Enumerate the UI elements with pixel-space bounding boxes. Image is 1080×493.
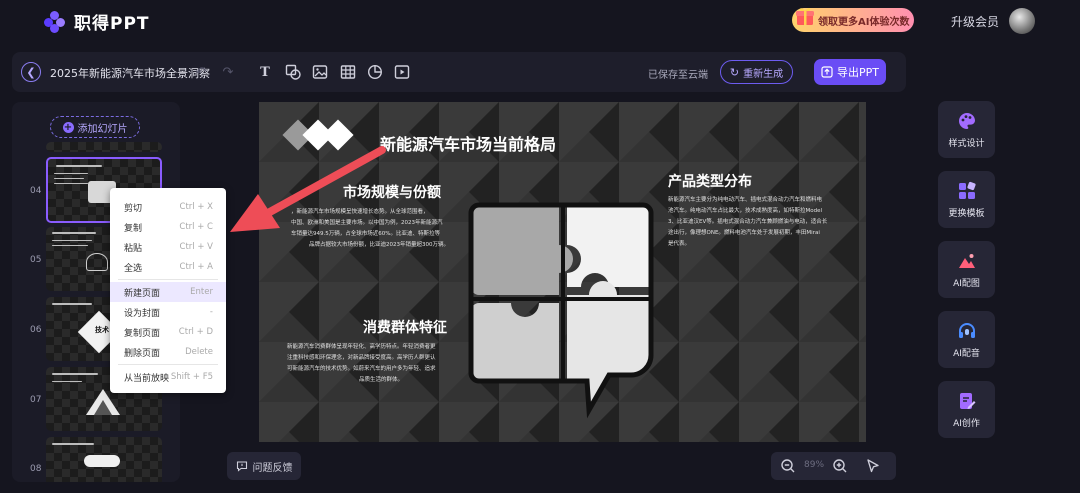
- editor-toolbar: ❮ 2025年新能源汽车市场全景洞察 ↶ ↷ T 已保存至云端 ↻ 重新生成 导…: [12, 52, 906, 92]
- menu-item-select-all[interactable]: 全选 Ctrl + A: [110, 257, 226, 277]
- slide-thumbnail[interactable]: [46, 142, 162, 152]
- redo-icon[interactable]: ↷: [219, 63, 237, 81]
- refresh-icon: ↻: [729, 65, 740, 79]
- section-heading[interactable]: 市场规模与份额: [343, 182, 441, 202]
- top-bar: 职得PPT 领取更多AI体验次数 升级会员: [0, 0, 1080, 40]
- regenerate-button[interactable]: ↻ 重新生成: [720, 60, 793, 84]
- ai-create-button[interactable]: AI创作: [938, 381, 995, 438]
- menu-divider: [118, 364, 218, 365]
- export-label: 导出PPT: [837, 66, 879, 79]
- edit-doc-icon: [959, 392, 975, 409]
- text-tool-icon[interactable]: T: [256, 63, 274, 81]
- upload-icon: [821, 66, 833, 78]
- undo-icon[interactable]: ↶: [192, 63, 210, 81]
- menu-item-paste[interactable]: 粘贴 Ctrl + V: [110, 237, 226, 257]
- chevron-left-icon: ❮: [26, 65, 36, 79]
- plus-icon: +: [62, 121, 74, 133]
- table-tool-icon[interactable]: [339, 63, 357, 81]
- zoom-in-icon[interactable]: [832, 458, 848, 474]
- menu-item-cut[interactable]: 剪切 Ctrl + X: [110, 197, 226, 217]
- regenerate-label: 重新生成: [743, 68, 784, 80]
- add-slide-button[interactable]: + 添加幻灯片: [50, 116, 140, 138]
- slide-number: 04: [30, 186, 42, 196]
- template-icon: [958, 181, 976, 199]
- slide-canvas[interactable]: 新能源汽车市场当前格局 市场规模与份额 ，新能源汽车市场规模呈快速增长态势。从全…: [259, 102, 866, 442]
- avatar[interactable]: [1009, 8, 1035, 34]
- menu-item-copy[interactable]: 复制 Ctrl + C: [110, 217, 226, 237]
- menu-item-delete-page[interactable]: 删除页面 Delete: [110, 342, 226, 362]
- slide-thumb-word: 技术: [95, 326, 109, 334]
- menu-item-play-from-current[interactable]: 从当前放映 Shift + F5: [110, 367, 226, 387]
- app-name: 职得PPT: [74, 14, 150, 34]
- ai-image-button[interactable]: AI配图: [938, 241, 995, 298]
- image-icon: [958, 253, 975, 268]
- slide-number: 06: [30, 325, 42, 335]
- chart-tool-icon[interactable]: [366, 63, 384, 81]
- slide-background: [259, 102, 866, 442]
- add-slide-label: 添加幻灯片: [77, 123, 128, 135]
- context-menu: 剪切 Ctrl + X 复制 Ctrl + C 粘贴 Ctrl + V 全选 C…: [110, 188, 226, 393]
- media-tool-icon[interactable]: [393, 63, 411, 81]
- promo-label: 领取更多AI体验次数: [818, 16, 910, 28]
- ai-voice-button[interactable]: AI配音: [938, 311, 995, 368]
- image-tool-icon[interactable]: [311, 63, 329, 81]
- zoom-level: 89%: [804, 460, 825, 470]
- app-logo[interactable]: 职得PPT: [44, 9, 150, 34]
- section-heading[interactable]: 消费群体特征: [363, 317, 447, 337]
- headphone-icon: [958, 322, 975, 338]
- logo-icon: [44, 10, 66, 33]
- slide-title[interactable]: 新能源汽车市场当前格局: [380, 131, 556, 155]
- slide-thumbnail[interactable]: [46, 437, 162, 482]
- section-heading[interactable]: 产品类型分布: [668, 171, 752, 191]
- gift-icon: [796, 8, 814, 25]
- shape-tool-icon[interactable]: [284, 63, 302, 81]
- section-body[interactable]: ，新能源汽车市场规模呈快速增长态势。从全球范围看， 中国、欧洲和美国是主要市场。…: [291, 207, 501, 251]
- slide-number: 07: [30, 395, 42, 405]
- feedback-label: 问题反馈: [252, 462, 293, 474]
- menu-item-set-cover[interactable]: 设为封面 -: [110, 302, 226, 322]
- feedback-button[interactable]: 问题反馈: [227, 452, 301, 480]
- pointer-icon[interactable]: [865, 458, 881, 474]
- feedback-icon: [236, 461, 247, 472]
- zoom-controls: 89%: [771, 452, 896, 480]
- export-ppt-button[interactable]: 导出PPT: [814, 59, 886, 85]
- style-design-button[interactable]: 样式设计: [938, 101, 995, 158]
- menu-divider: [118, 279, 218, 280]
- menu-item-duplicate-page[interactable]: 复制页面 Ctrl + D: [110, 322, 226, 342]
- slide-number: 05: [30, 255, 42, 265]
- promo-button[interactable]: 领取更多AI体验次数: [792, 8, 914, 32]
- save-status: 已保存至云端: [648, 70, 708, 81]
- palette-icon: [958, 112, 975, 129]
- section-body[interactable]: 新能源汽车消费群体呈现年轻化、高学历特点。年轻消费者更 注重科技感和环保理念，对…: [287, 342, 505, 386]
- zoom-out-icon[interactable]: [780, 458, 796, 474]
- back-button[interactable]: ❮: [21, 62, 41, 82]
- document-title[interactable]: 2025年新能源汽车市场全景洞察: [50, 65, 210, 81]
- section-body[interactable]: 新能源汽车主要分为纯电动汽车、插电式混合动力汽车和燃料电 池汽车。纯电动汽车占比…: [668, 195, 858, 250]
- change-template-button[interactable]: 更换模板: [938, 171, 995, 228]
- menu-item-new-page[interactable]: 新建页面 Enter: [110, 282, 226, 302]
- upgrade-vip-link[interactable]: 升级会员: [951, 13, 999, 30]
